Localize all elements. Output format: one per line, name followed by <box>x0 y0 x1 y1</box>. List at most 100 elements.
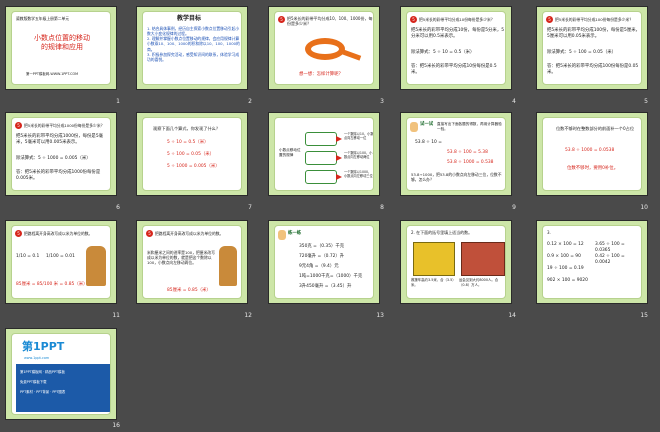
slide-thumb-9[interactable]: 试一试 直接写出下面各题的得数，再用计算器验一验。 53.8 ÷ 10 = 53… <box>400 112 512 196</box>
slide-5-line: 把5米长的彩带平均分成100份，每份是5厘米，5厘米可以用0.05米表示。 <box>547 28 641 39</box>
slide-9-eq-3: 53.8 ÷ 1000 = 0.538 <box>447 160 494 165</box>
slide-1-canvas: 冀教版数学五年级上册第二单元 小数点位置的移动 的规律和应用 第一PPT模板网-… <box>11 11 111 85</box>
slide-thumb-7[interactable]: 观察下面几个算式，你发现了什么？ 5 ÷ 10 = 0.5（米） 5 ÷ 100… <box>136 112 248 196</box>
slide-14-caption-1: 救援车高约3.5米，合（3.5）米。 <box>411 278 454 287</box>
slide-thumb-14[interactable]: 2. 在下面的括号里填上适当的数。 救援车高约3.5米，合（3.5）米。 运会见… <box>400 220 512 304</box>
slide-8-box-text-3: 一个数除以1000，小数点向左移动三位 <box>344 170 373 179</box>
slide-12-eq: 85厘米 = 0.85（米） <box>167 288 211 293</box>
kid-icon <box>278 230 286 240</box>
fire-truck-image <box>413 242 455 276</box>
deer-icon <box>219 246 237 286</box>
slide-2-canvas: 教学目标 1. 结合具体事例，经历自主探索小数点位置移动引起小数大小变化规律的过… <box>142 11 242 85</box>
slide-7-eq-2: 5 ÷ 100 = 0.05（米） <box>167 152 215 157</box>
slide-9-canvas: 试一试 直接写出下面各题的得数，再用计算器验一验。 53.8 ÷ 10 = 53… <box>406 117 506 191</box>
slide-thumb-5[interactable]: 5 把5米长的彩带平均分成100份每份是多少米？ 把5米长的彩带平均分成100份… <box>536 6 648 90</box>
slide-8-box-text-1: 一个数除以10，小数点向左移动一位 <box>344 132 374 141</box>
slide-thumb-15[interactable]: 3. 0.12 × 100 = 12 0.9 × 100 = 90 19 ÷ 1… <box>536 220 648 304</box>
slide-number-15: 15 <box>640 312 648 319</box>
slide-number-14: 14 <box>508 312 516 319</box>
arrow-right-icon <box>336 136 342 142</box>
slide-5-badge-icon: 5 <box>546 16 553 23</box>
slide-16-line-1: 第1PPT模板网 · 精品PPT模板 <box>20 370 65 374</box>
slide-15-left-3: 19 ÷ 100 = 0.19 <box>547 266 584 271</box>
slide-8-canvas: 小数点移动位置的规律 一个数除以10，小数点向左移动一位 一个数除以100，小数… <box>274 117 374 191</box>
slide-number-8: 8 <box>380 204 384 211</box>
slide-3-canvas: 5 把5米长的彩带平均分成10、100、1000份，每份是多少米？ 想一想：怎样… <box>274 11 374 85</box>
slide-5-answer: 答：把5米长的彩带平均分成100份每份是0.05米。 <box>547 64 639 75</box>
slide-5-question: 把5米长的彩带平均分成100份每份是多少米？ <box>555 17 634 22</box>
slide-13-item-2: 720毫升 =（0.72）升 <box>299 254 345 259</box>
slide-thumb-8[interactable]: 小数点移动位置的规律 一个数除以10，小数点向左移动一位 一个数除以100，小数… <box>268 112 380 196</box>
slide-14-canvas: 2. 在下面的括号里填上适当的数。 救援车高约3.5米，合（3.5）米。 运会见… <box>406 225 506 299</box>
slide-10-text: 位数不够时在整数部分的前面补一个0占位 <box>555 126 635 131</box>
slide-11-badge-icon: 5 <box>15 230 22 237</box>
slide-10-note: 位数不够时，要用0补位。 <box>567 166 619 171</box>
slide-12-badge-icon: 5 <box>146 230 153 237</box>
slide-thumb-1[interactable]: 冀教版数学五年级上册第二单元 小数点位置的移动 的规律和应用 第一PPT模板网-… <box>5 6 117 90</box>
slide-number-5: 5 <box>644 98 648 105</box>
slide-thumb-10[interactable]: 位数不够时在整数部分的前面补一个0占位 53.8 ÷ 1000 = 0.0538… <box>536 112 648 196</box>
ribbon-strip-icon <box>338 48 362 61</box>
slide-13-item-4: 1吨=1000千克=（1000）千克 <box>299 274 363 279</box>
slide-number-11: 11 <box>112 312 120 319</box>
slide-7-eq-3: 5 ÷ 1000 = 0.005（米） <box>167 164 220 169</box>
slide-13-canvas: 练一练 350克 =（0.35）千克 720毫升 =（0.72）升 9元4角 =… <box>274 225 374 299</box>
slide-number-13: 13 <box>376 312 384 319</box>
slide-12-canvas: 5 把路程离开身高改写成以米为单位的数。 米和厘米之间的进率是100，把厘米改写… <box>142 225 242 299</box>
slide-number-7: 7 <box>248 204 252 211</box>
slide-3-question: 把5米长的彩带平均分成10、100、1000份，每份是多少米？ <box>287 16 373 27</box>
slide-number-12: 12 <box>244 312 252 319</box>
slide-15-canvas: 3. 0.12 × 100 = 12 0.9 × 100 = 90 19 ÷ 1… <box>542 225 642 299</box>
slide-4-line: 把5米长的彩带平均分成10份，每份是5分米，5分米可以用0.5米表示。 <box>411 28 505 39</box>
slide-15-right-1: 3.65 ÷ 100 = 0.0365 <box>595 242 625 253</box>
slide-thumb-11[interactable]: 5 把路程离开身高改写成以米为单位的数。 1/10 = 0.1 1/100 = … <box>5 220 117 304</box>
slide-9-summary: 53.8÷1000，把53.8的小数点向左移动三位，位数不够，怎么办？ <box>411 172 502 183</box>
slide-thumb-3[interactable]: 5 把5米长的彩带平均分成10、100、1000份，每份是多少米？ 想一想：怎样… <box>268 6 380 90</box>
slide-11-eq-1: 1/10 = 0.1 <box>16 254 40 259</box>
slide-12-heading: 把路程离开身高改写成以米为单位的数。 <box>155 231 224 236</box>
slide-number-3: 3 <box>380 98 384 105</box>
slide-6-line: 把5米长的彩带平均分成1000份，每份是5毫米，5毫米可以用0.005米表示。 <box>16 134 104 145</box>
slide-12-body: 米和厘米之间的进率是100，把厘米改写成以米为单位的数，就是把这个数除以100，… <box>147 250 215 266</box>
slide-3-caption: 想一想：怎样计算呢？ <box>299 72 343 77</box>
slide-4-answer: 答：把5米长的彩带平均分成10份每份是0.5米。 <box>411 64 497 75</box>
slide-8-box-1 <box>305 132 337 146</box>
slide-8-box-3 <box>305 170 337 184</box>
slide-number-2: 2 <box>248 98 252 105</box>
slide-number-1: 1 <box>116 98 120 105</box>
slide-11-eq-2: 1/100 = 0.01 <box>46 254 75 259</box>
slide-number-6: 6 <box>116 204 120 211</box>
slide-2-heading: 教学目标 <box>177 15 202 22</box>
slide-16-logo: 第1PPT <box>22 340 65 353</box>
slide-2-body: 1. 结合具体事例，经历自主探索小数点位置移动引起小数大小变化规律的过程。 2.… <box>147 26 240 62</box>
slide-5-formula: 除法算式：5 ÷ 100 = 0.05（米） <box>547 50 617 55</box>
slide-8-box-text-2: 一个数除以100，小数点向左移动两位 <box>344 151 373 160</box>
slide-thumb-16[interactable]: 第1PPT www.1ppt.com 第1PPT模板网 · 精品PPT模板 免费… <box>5 328 117 420</box>
slide-4-badge-icon: 5 <box>410 16 417 23</box>
slide-9-eq-1: 53.8 ÷ 10 = <box>415 140 442 145</box>
slide-9-eq-2: 53.8 ÷ 100 = 5.38 <box>447 150 488 155</box>
slide-thumb-6[interactable]: 5 把5米长的彩带平均分成1000份每份是多少米？ 把5米长的彩带平均分成100… <box>5 112 117 196</box>
slide-11-canvas: 5 把路程离开身高改写成以米为单位的数。 1/10 = 0.1 1/100 = … <box>11 225 111 299</box>
slide-13-item-5: 3升450毫升 =（3.45）升 <box>299 284 352 289</box>
slide-11-eq-3: 85厘米 = 85/100 米 = 0.85（米） <box>16 282 88 287</box>
slide-15-left-4: 902 × 100 = 9020 <box>547 278 588 283</box>
slide-13-badge: 练一练 <box>288 231 302 236</box>
slide-4-canvas: 5 把5米长的彩带平均分成10份每份是多少米？ 把5米长的彩带平均分成10份，每… <box>406 11 506 85</box>
slide-1-footer: 第一PPT模板网-WWW.1PPT.COM <box>26 72 79 76</box>
slide-13-item-3: 9元4角 =（9.4）元 <box>299 264 339 269</box>
slide-6-question: 把5米长的彩带平均分成1000份每份是多少米？ <box>24 123 105 128</box>
slide-6-badge-icon: 5 <box>15 122 22 129</box>
slide-3-badge-icon: 5 <box>278 16 285 23</box>
slide-8-box-2 <box>305 151 337 165</box>
slide-thumb-12[interactable]: 5 把路程离开身高改写成以米为单位的数。 米和厘米之间的进率是100，把厘米改写… <box>136 220 248 304</box>
slide-number-10: 10 <box>640 204 648 211</box>
slide-15-heading: 3. <box>547 230 551 235</box>
slide-thumb-4[interactable]: 5 把5米长的彩带平均分成10份每份是多少米？ 把5米长的彩带平均分成10份，每… <box>400 6 512 90</box>
slide-thumb-2[interactable]: 教学目标 1. 结合具体事例，经历自主探索小数点位置移动引起小数大小变化规律的过… <box>136 6 248 90</box>
slide-15-left-2: 0.9 × 100 = 90 <box>547 254 581 259</box>
slide-thumb-13[interactable]: 练一练 350克 =（0.35）千克 720毫升 =（0.72）升 9元4角 =… <box>268 220 380 304</box>
slide-16-line-2: 免费PPT模板下载 <box>20 380 47 384</box>
slide-7-canvas: 观察下面几个算式，你发现了什么？ 5 ÷ 10 = 0.5（米） 5 ÷ 100… <box>142 117 242 191</box>
slide-8-left-label: 小数点移动位置的规律 <box>279 148 301 157</box>
